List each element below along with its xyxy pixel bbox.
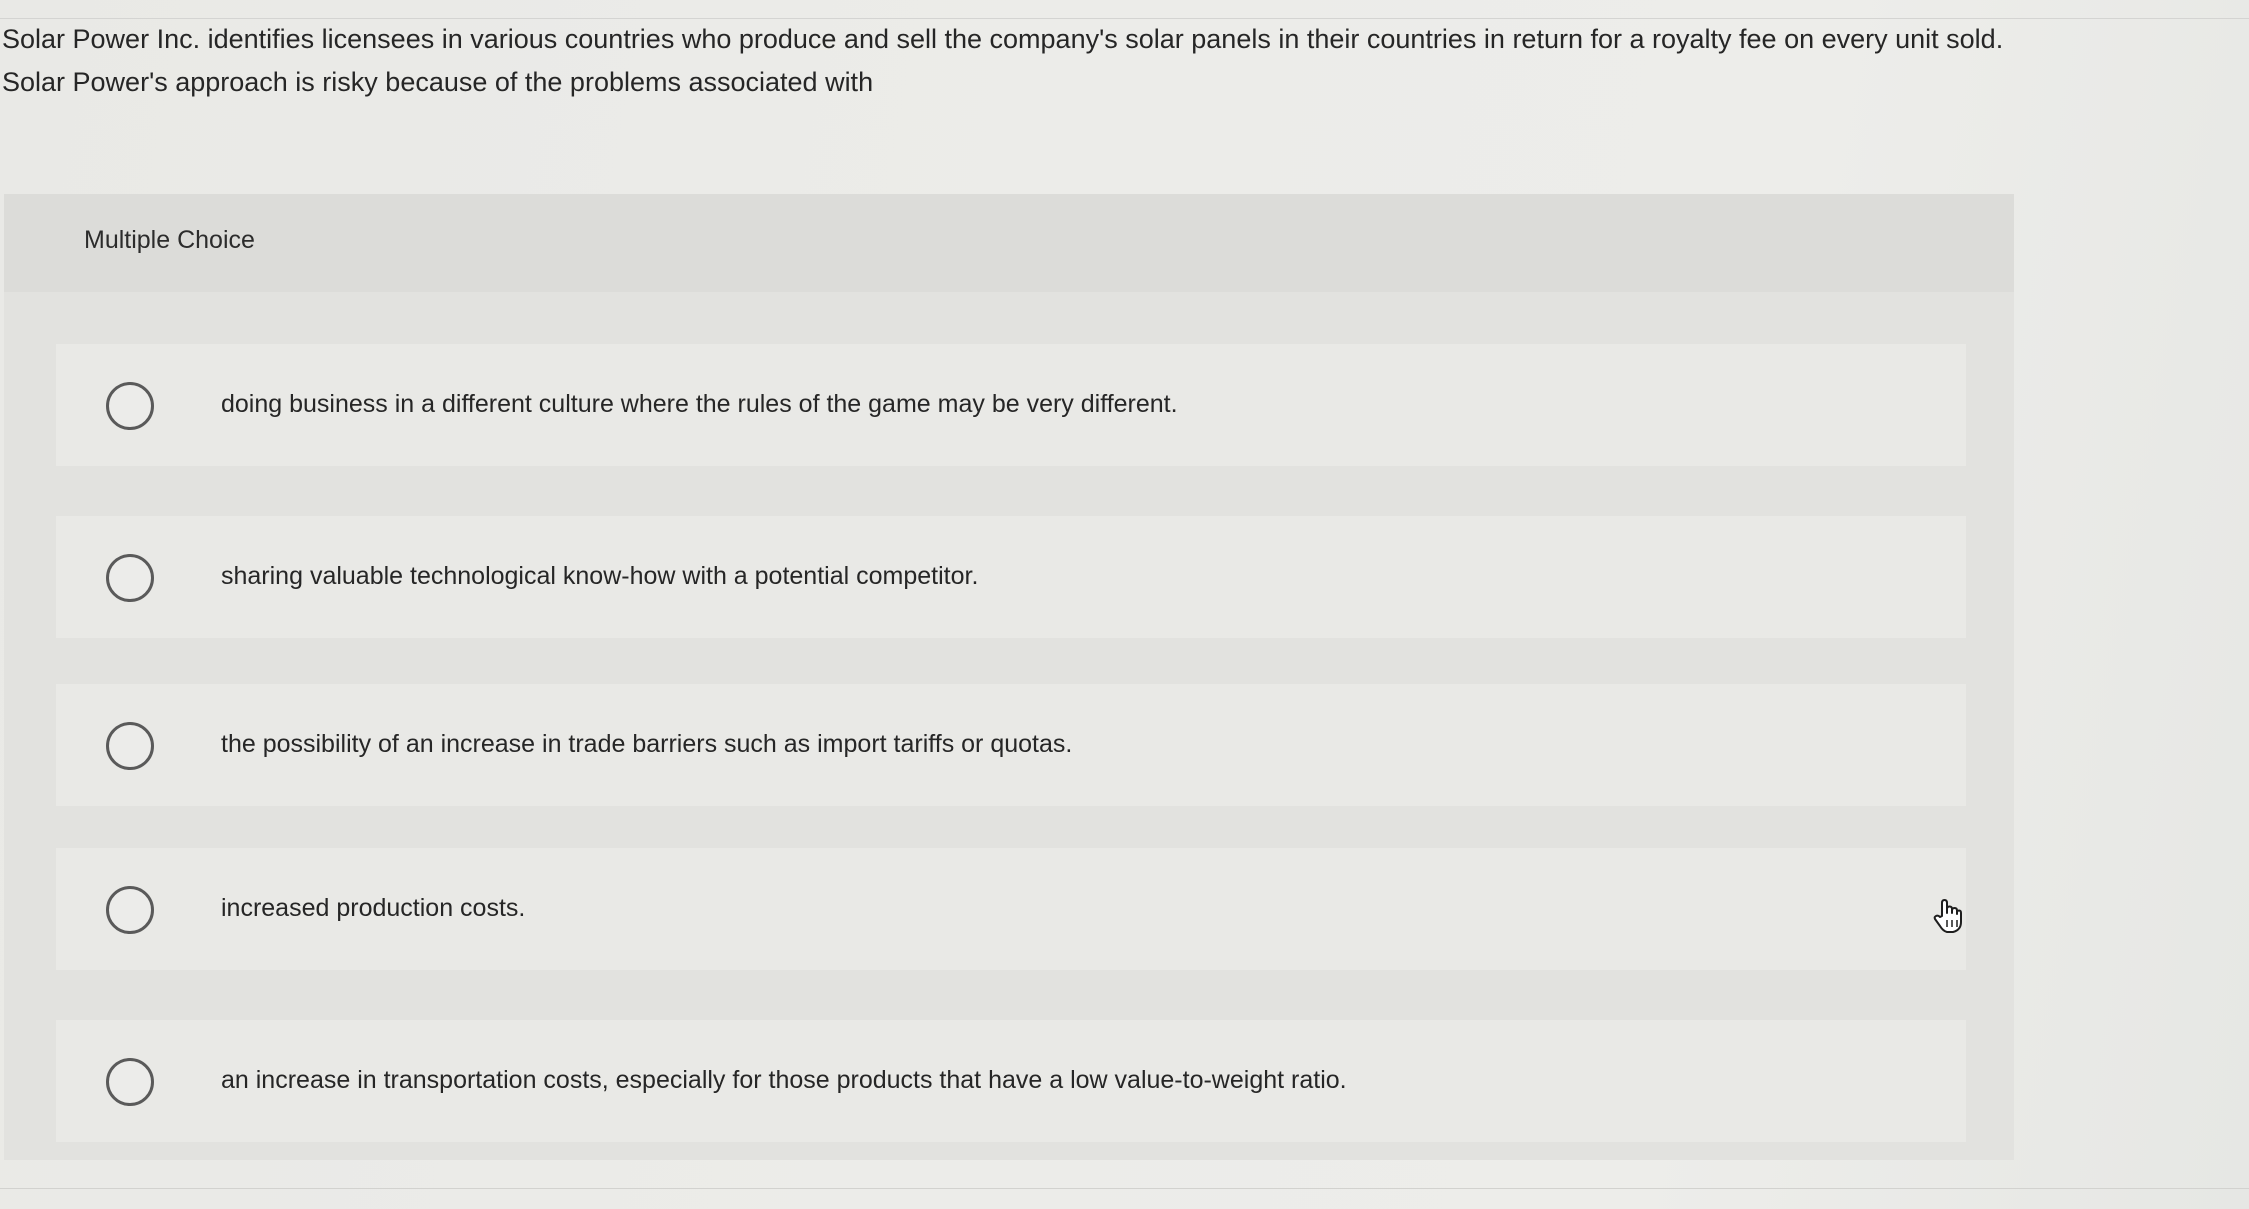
bottom-divider xyxy=(0,1188,2249,1189)
hand-pointer-icon xyxy=(1933,899,1962,933)
radio-button-icon[interactable] xyxy=(106,554,154,602)
answer-option-label: the possibility of an increase in trade … xyxy=(221,730,1073,758)
answer-option-1[interactable]: doing business in a different culture wh… xyxy=(56,344,1966,466)
top-divider xyxy=(0,0,2249,19)
answer-option-4[interactable]: increased production costs. xyxy=(56,848,1966,970)
radio-button-icon[interactable] xyxy=(106,722,154,770)
answer-option-label: doing business in a different culture wh… xyxy=(221,390,1178,418)
multiple-choice-header: Multiple Choice xyxy=(4,194,2014,292)
multiple-choice-label: Multiple Choice xyxy=(84,226,255,254)
radio-button-icon[interactable] xyxy=(106,886,154,934)
radio-button-icon[interactable] xyxy=(106,1058,154,1106)
answer-option-2[interactable]: sharing valuable technological know-how … xyxy=(56,516,1966,638)
answer-option-label: increased production costs. xyxy=(221,894,526,922)
answer-option-5[interactable]: an increase in transportation costs, esp… xyxy=(56,1020,1966,1142)
radio-button-icon[interactable] xyxy=(106,382,154,430)
answer-option-3[interactable]: the possibility of an increase in trade … xyxy=(56,684,1966,806)
answer-option-label: an increase in transportation costs, esp… xyxy=(221,1066,1347,1094)
answer-option-label: sharing valuable technological know-how … xyxy=(221,562,979,590)
question-text: Solar Power Inc. identifies licensees in… xyxy=(2,24,2004,97)
multiple-choice-panel: Multiple Choice doing business in a diff… xyxy=(4,194,2014,1160)
